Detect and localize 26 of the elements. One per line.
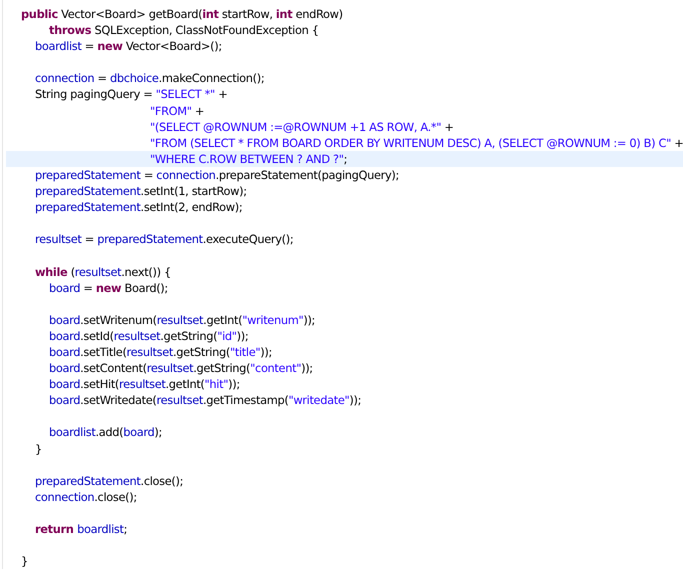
code-line: boardlist.add(board);: [48, 424, 163, 441]
code-line: preparedStatement.close();: [34, 472, 184, 489]
code-line: board.setWritedate(resultset.getTimestamp("writedate"));: [48, 392, 362, 408]
code-line: connection.close();: [34, 488, 138, 505]
code-line: String pagingQuery = "SELECT *" +: [34, 86, 228, 103]
code-line: while (resultset.next()) {: [34, 264, 172, 280]
code-line: boardlist = new Vector<Board>();: [34, 38, 223, 54]
code-line: connection = dbchoice.makeConnection();: [34, 70, 266, 86]
code-line: "FROM (SELECT * FROM BOARD ORDER BY WRITENUM DESC) A, (SELECT @ROWNUM := 0) B) C" +: [149, 134, 683, 151]
code-line: resultset = preparedStatement.executeQuery();: [34, 231, 294, 248]
code-line: return boardlist;: [34, 521, 128, 538]
code-line: public Vector<Board> getBoard(int startRow, int endRow): [20, 6, 344, 22]
code-line: }: [20, 553, 29, 570]
code-line: preparedStatement.setInt(2, endRow);: [34, 199, 244, 216]
code-line: "FROM" +: [149, 102, 206, 119]
code-line: preparedStatement.setInt(1, startRow);: [34, 183, 248, 200]
code-line: "(SELECT @ROWNUM :=@ROWNUM +1 AS ROW, A.*" +: [149, 118, 455, 135]
code-line: board.setTitle(resultset.getString("title"));: [48, 344, 273, 360]
code-line: board.setWritenum(resultset.getInt("writenum"));: [48, 312, 316, 328]
code-line: board.setHit(resultset.getInt("hit"));: [48, 376, 241, 392]
code-line: preparedStatement = connection.prepareStatement(pagingQuery);: [34, 166, 400, 184]
code-line: }: [34, 440, 43, 457]
code-line: board.setContent(resultset.getString("content"));: [48, 360, 314, 376]
code-line: board.setId(resultset.getString("id"));: [48, 328, 250, 344]
code-line: board = new Board();: [48, 280, 169, 296]
code-line: throws SQLException, ClassNotFoundException {: [48, 22, 320, 38]
